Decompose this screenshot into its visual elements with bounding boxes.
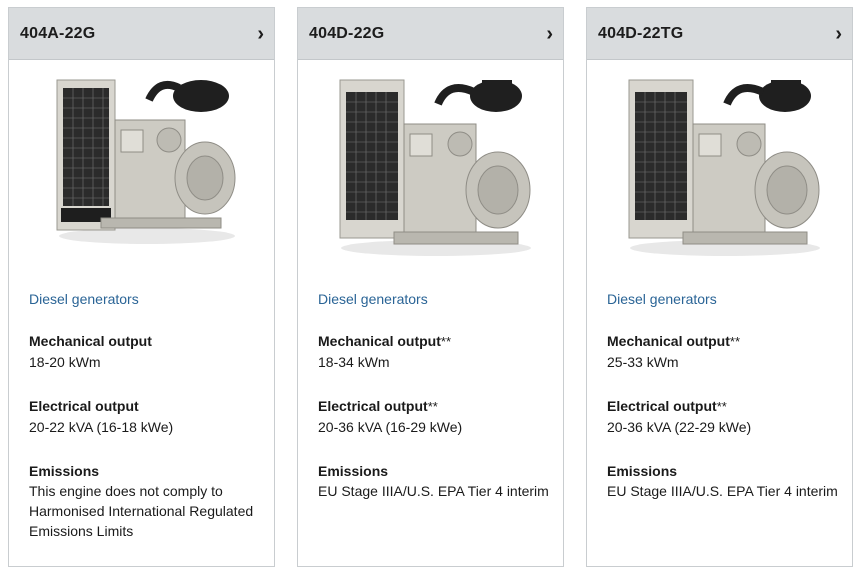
footnote-marker: ** xyxy=(716,399,727,414)
engine-image[interactable] xyxy=(587,60,852,275)
chevron-right-icon[interactable]: › xyxy=(546,24,553,44)
category-link[interactable]: Diesel generators xyxy=(318,291,563,307)
electrical-output-value: 20-36 kVA (22-29 kWe) xyxy=(607,419,752,435)
engine-image[interactable] xyxy=(9,60,274,275)
card-header[interactable]: 404A-22G › xyxy=(9,8,274,60)
card-title: 404D-22TG xyxy=(598,24,684,42)
mechanical-output-block: Mechanical output 18-20 kWm xyxy=(29,331,274,372)
emissions-value: EU Stage IIIA/U.S. EPA Tier 4 interim xyxy=(318,483,549,499)
emissions-label: Emissions xyxy=(607,463,678,479)
emissions-value: EU Stage IIIA/U.S. EPA Tier 4 interim xyxy=(607,483,838,499)
electrical-output-label: Electrical output** xyxy=(607,398,727,414)
product-card-404d-22g: 404D-22G › Diesel generators Mechanical … xyxy=(297,7,564,567)
mechanical-output-value: 18-34 kWm xyxy=(318,354,390,370)
electrical-output-label: Electrical output xyxy=(29,398,139,414)
card-title: 404A-22G xyxy=(20,24,96,42)
chevron-right-icon[interactable]: › xyxy=(257,24,264,44)
electrical-output-value: 20-22 kVA (16-18 kWe) xyxy=(29,419,174,435)
card-header[interactable]: 404D-22G › xyxy=(298,8,563,60)
mechanical-output-label: Mechanical output** xyxy=(318,333,452,349)
engine-image[interactable] xyxy=(298,60,563,275)
engine-illustration xyxy=(339,79,531,256)
product-card-404a-22g: 404A-22G › Diesel generators Mechanical … xyxy=(8,7,275,567)
emissions-label: Emissions xyxy=(318,463,389,479)
chevron-right-icon[interactable]: › xyxy=(835,24,842,44)
mechanical-output-value: 25-33 kWm xyxy=(607,354,679,370)
electrical-output-block: Electrical output** 20-36 kVA (22-29 kWe… xyxy=(607,396,852,437)
mechanical-output-value: 18-20 kWm xyxy=(29,354,101,370)
engine-illustration xyxy=(56,79,236,244)
mechanical-output-label: Mechanical output xyxy=(29,333,152,349)
card-header[interactable]: 404D-22TG › xyxy=(587,8,852,60)
emissions-block: Emissions EU Stage IIIA/U.S. EPA Tier 4 … xyxy=(318,461,563,501)
emissions-value: This engine does not comply to Harmonise… xyxy=(29,483,254,539)
emissions-block: Emissions EU Stage IIIA/U.S. EPA Tier 4 … xyxy=(607,461,852,501)
category-link[interactable]: Diesel generators xyxy=(607,291,852,307)
mechanical-output-label: Mechanical output** xyxy=(607,333,741,349)
footnote-marker: ** xyxy=(427,399,438,414)
footnote-marker: ** xyxy=(440,334,452,349)
mechanical-output-block: Mechanical output** 18-34 kWm xyxy=(318,331,563,372)
product-card-404d-22tg: 404D-22TG › Diesel generators Mechanical… xyxy=(586,7,853,567)
emissions-label: Emissions xyxy=(29,463,100,479)
card-title: 404D-22G xyxy=(309,24,385,42)
emissions-block: Emissions This engine does not comply to… xyxy=(29,461,274,541)
mechanical-output-block: Mechanical output** 25-33 kWm xyxy=(607,331,852,372)
electrical-output-value: 20-36 kVA (16-29 kWe) xyxy=(318,419,463,435)
engine-illustration xyxy=(628,79,820,256)
footnote-marker: ** xyxy=(729,334,741,349)
electrical-output-block: Electrical output** 20-36 kVA (16-29 kWe… xyxy=(318,396,563,437)
electrical-output-label: Electrical output** xyxy=(318,398,438,414)
electrical-output-block: Electrical output 20-22 kVA (16-18 kWe) xyxy=(29,396,274,437)
category-link[interactable]: Diesel generators xyxy=(29,291,274,307)
